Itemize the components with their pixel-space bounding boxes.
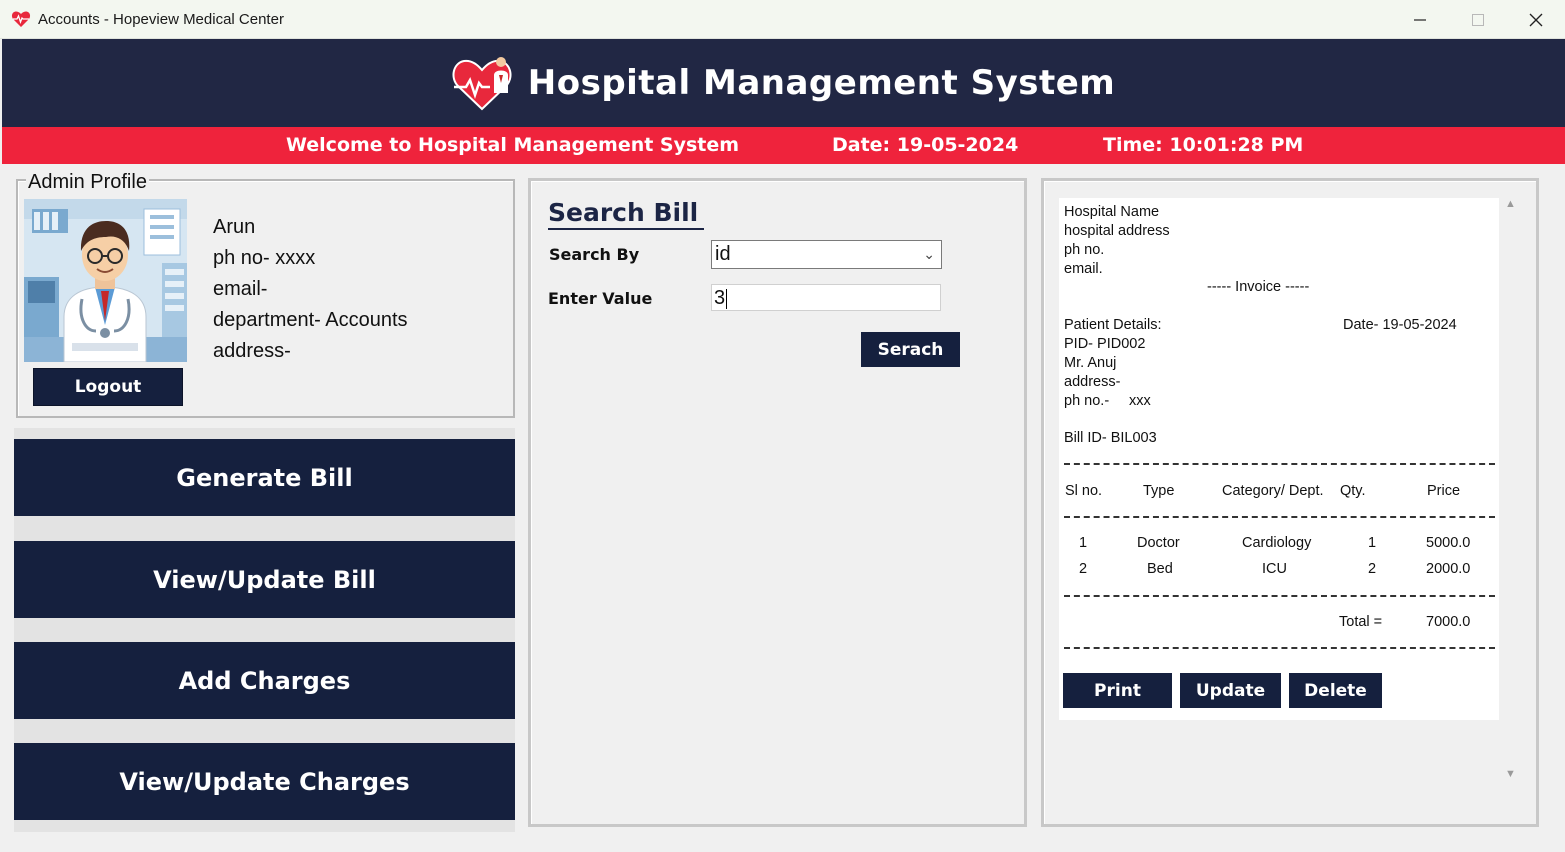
column-header-type: Type [1143,483,1175,499]
add-charges-button[interactable]: Add Charges [14,642,515,719]
text-caret [726,288,728,309]
generate-bill-button[interactable]: Generate Bill [14,439,515,516]
invoice-hospital-name: Hospital Name [1064,204,1160,220]
row-2-type: Bed [1147,561,1173,577]
column-header-price: Price [1427,483,1461,499]
row-1-sl: 1 [1079,535,1088,551]
heart-doctor-logo-icon [452,57,512,111]
invoice-hospital-phone: ph no. [1064,242,1105,258]
view-update-bill-button[interactable]: View/Update Bill [14,541,515,618]
profile-department: department- Accounts [213,309,408,331]
divider [1064,647,1495,649]
enter-value-label: Enter Value [548,289,653,308]
invoice-patient-phone-label: ph no.- [1064,393,1110,409]
row-1-type: Doctor [1137,535,1180,551]
invoice-heading: ----- Invoice ----- [1207,279,1310,295]
divider [1064,516,1495,518]
column-header-category: Category/ Dept. [1222,483,1324,499]
invoice-total-value: 7000.0 [1426,614,1471,630]
profile-info: Arun ph no- xxxx email- department- Acco… [213,212,408,367]
enter-value-input[interactable]: 3 [711,284,941,311]
invoice-paper [1059,198,1499,720]
profile-name: Arun [213,216,256,238]
app-header: Hospital Management System [2,39,1565,127]
window-title: Accounts - Hopeview Medical Center [38,10,284,28]
row-1-qty: 1 [1368,535,1377,551]
invoice-hospital-email: email. [1064,261,1103,277]
search-by-value: id [715,243,731,265]
maximize-icon [1472,13,1484,26]
doctor-avatar-icon [24,199,187,362]
row-2-sl: 2 [1079,561,1088,577]
profile-address: address- [213,340,291,362]
invoice-date: Date- 19-05-2024 [1343,317,1457,333]
view-update-charges-button[interactable]: View/Update Charges [14,743,515,820]
app-heading: Hospital Management System [527,63,1116,103]
minimize-button[interactable] [1391,0,1449,39]
minimize-icon [1414,18,1426,21]
invoice-patient-name: Mr. Anuj [1064,355,1117,371]
invoice-patient-details-label: Patient Details: [1064,317,1162,333]
row-1-category: Cardiology [1242,535,1312,551]
search-by-select[interactable]: id ⌄ [711,240,942,269]
row-2-price: 2000.0 [1426,561,1471,577]
admin-profile-panel: Admin Profile Logout Arun ph no- xxxx em… [16,171,515,418]
chevron-down-icon: ⌄ [923,246,935,262]
delete-button[interactable]: Delete [1289,673,1382,708]
app-heart-icon [11,11,31,27]
column-header-sl: Sl no. [1065,483,1103,499]
row-1-price: 5000.0 [1426,535,1471,551]
scroll-down-icon[interactable]: ▼ [1505,768,1516,780]
update-button[interactable]: Update [1180,673,1281,708]
logout-button[interactable]: Logout [33,368,183,406]
divider [1064,463,1495,465]
enter-value-text: 3 [714,287,726,309]
invoice-hospital-address: hospital address [1064,223,1170,239]
profile-legend: Admin Profile [26,171,149,194]
row-2-category: ICU [1262,561,1287,577]
close-icon [1529,13,1543,26]
search-by-label: Search By [549,245,640,264]
scroll-up-icon[interactable]: ▲ [1505,198,1516,210]
row-2-qty: 2 [1368,561,1377,577]
maximize-button[interactable] [1449,0,1507,39]
invoice-bill-id: Bill ID- BIL003 [1064,430,1157,446]
divider [1064,595,1495,597]
close-button[interactable] [1507,0,1565,39]
date-text: Date: 19-05-2024 [832,134,1019,156]
column-header-qty: Qty. [1340,483,1366,499]
search-bill-title: Search Bill [548,198,705,230]
welcome-banner: Welcome to Hospital Management System Da… [2,127,1565,164]
invoice-patient-address: address- [1064,374,1121,390]
welcome-text: Welcome to Hospital Management System [286,134,740,156]
invoice-pid: PID- PID002 [1064,336,1146,352]
invoice-patient-phone-value: xxx [1129,393,1151,409]
profile-phone: ph no- xxxx [213,247,316,269]
profile-email: email- [213,278,268,300]
invoice-total-label: Total = [1339,614,1383,630]
window-titlebar: Accounts - Hopeview Medical Center [0,0,1565,39]
time-text: Time: 10:01:28 PM [1103,134,1304,156]
search-button[interactable]: Serach [861,332,960,367]
print-button[interactable]: Print [1063,673,1172,708]
search-bill-panel [528,178,1027,827]
